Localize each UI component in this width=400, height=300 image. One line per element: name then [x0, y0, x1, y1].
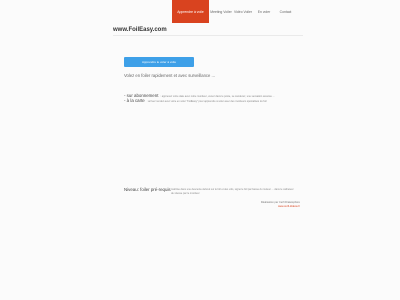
site-title[interactable]: www.FoilEasy.com — [113, 27, 167, 33]
section-text: maîtrise dans une descente debout sur le… — [171, 188, 294, 195]
bullet-head: - à la carte — [124, 98, 145, 103]
bullet-carte: - à la carte: arrivez rendez avec votre … — [124, 89, 267, 107]
nav-item-meeting[interactable]: Meeting Voiler — [209, 0, 233, 23]
title-divider — [113, 35, 303, 36]
bullet-text: : arrivez rendez avec votre en voler "Fo… — [146, 100, 267, 103]
section-title: Niveau: foiler pré-requis — [124, 187, 171, 192]
credit-link[interactable]: www.cerfi-drakos.fr — [261, 205, 300, 209]
top-nav: Apprendre à voile Meeting Voiler Vidéo V… — [172, 0, 296, 23]
footer-credit: Réalisation par Cerfi Drakosphère www.ce… — [261, 201, 300, 208]
intro-text: Volez en foiler rapidement et avec surve… — [124, 73, 216, 78]
credit-text: Réalisation par Cerfi Drakosphère — [260, 201, 300, 204]
page: Apprendre à voile Meeting Voiler Vidéo V… — [0, 0, 400, 300]
nav-item-video[interactable]: Vidéo Voiler — [233, 0, 253, 23]
nav-item-en-voler[interactable]: En voler — [253, 0, 275, 23]
nav-item-contact[interactable]: Contact — [275, 0, 296, 23]
nav-item-apprendre[interactable]: Apprendre à voile — [172, 0, 209, 23]
cta-button[interactable]: Apprendre le voler à voile — [124, 57, 194, 67]
